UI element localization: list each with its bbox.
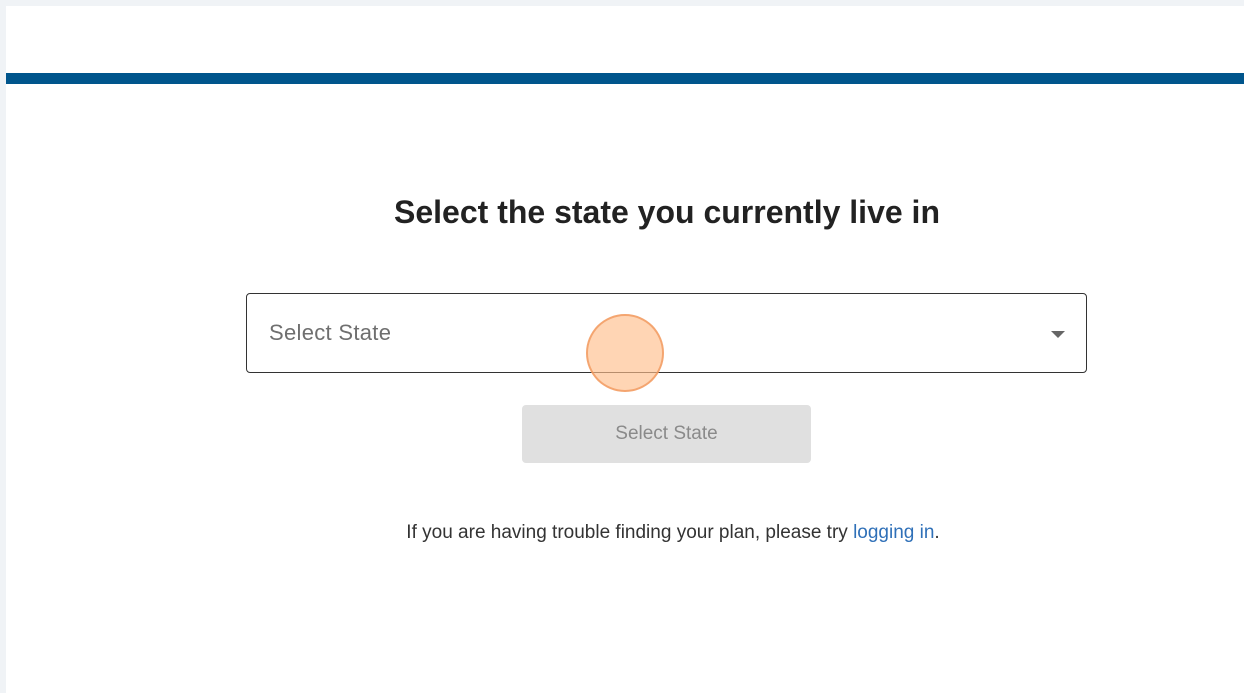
state-select[interactable]: Select State <box>246 293 1087 373</box>
select-state-button[interactable]: Select State <box>522 405 811 463</box>
help-text-after: . <box>934 522 940 543</box>
help-text: If you are having trouble finding your p… <box>6 522 1244 544</box>
state-select-placeholder: Select State <box>269 320 392 345</box>
page-title: Select the state you currently live in <box>394 194 940 230</box>
caret-down-icon[interactable] <box>1051 331 1065 338</box>
help-text-before: If you are having trouble finding your p… <box>406 522 854 543</box>
login-link[interactable]: logging in <box>853 522 934 543</box>
page-container: Select the state you currently live in S… <box>6 6 1244 693</box>
brand-top-bar <box>6 73 1244 84</box>
